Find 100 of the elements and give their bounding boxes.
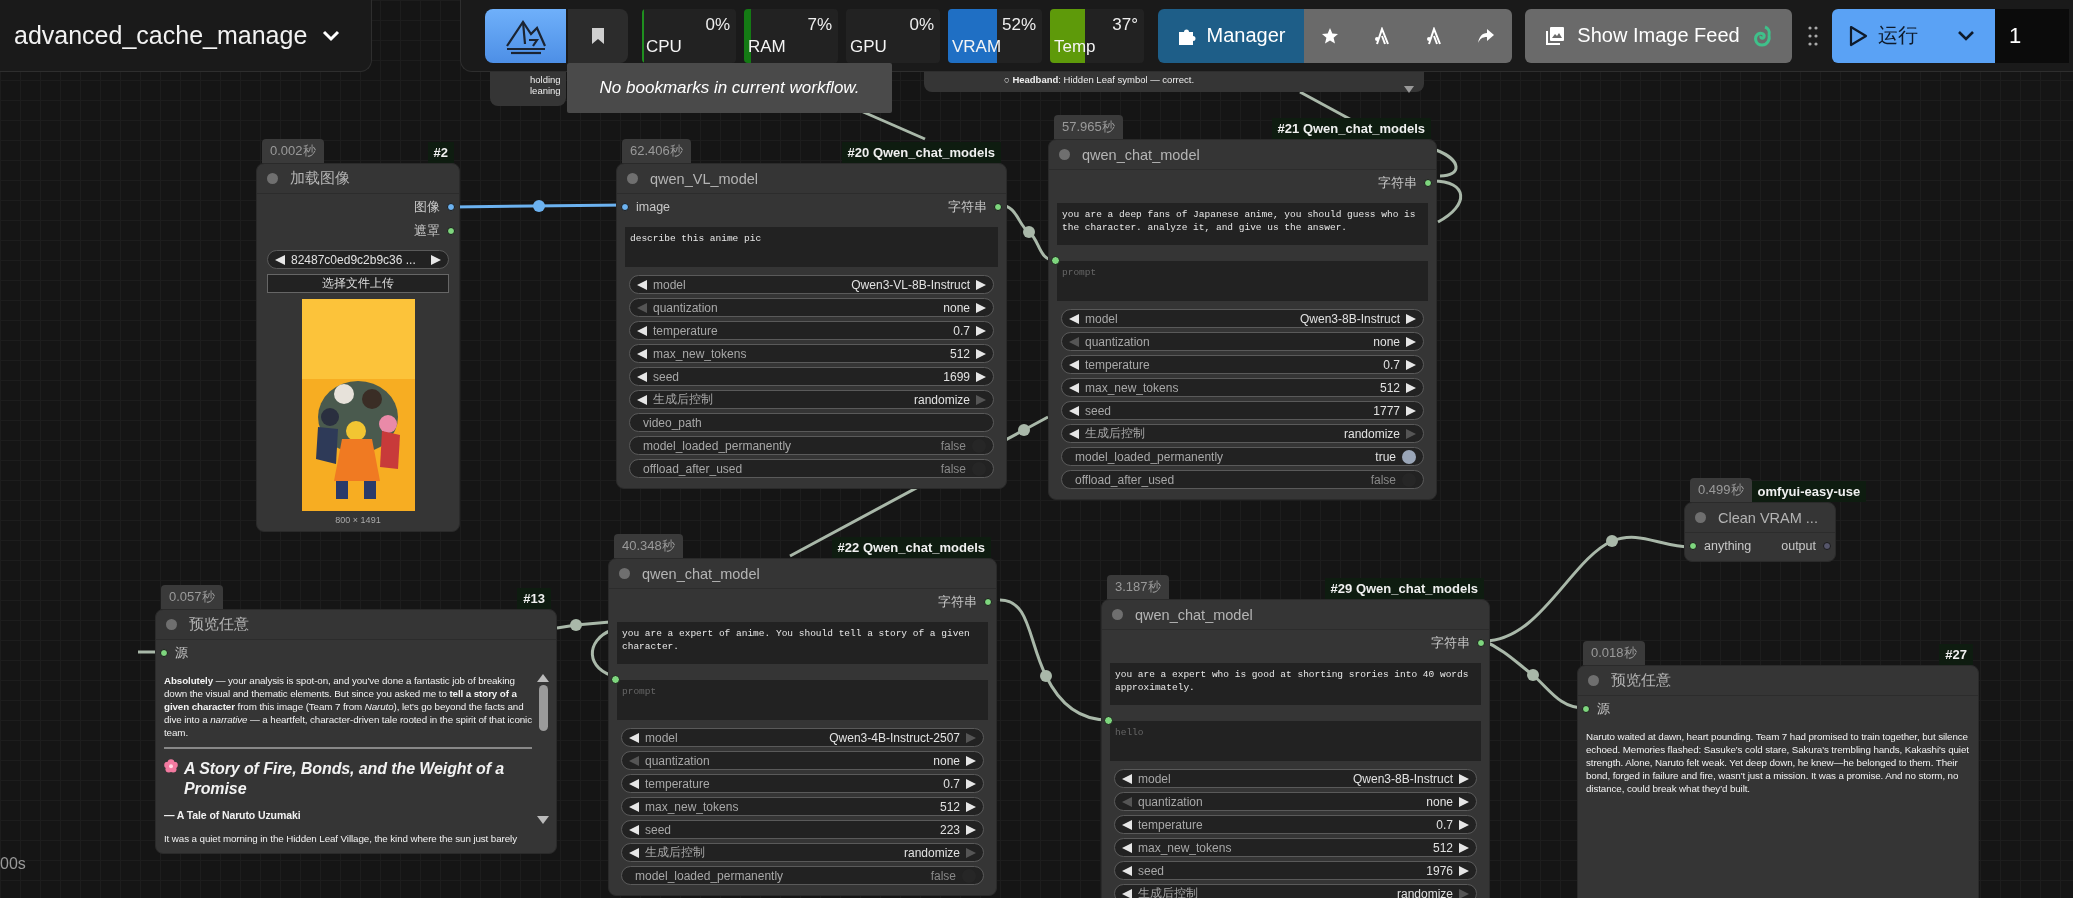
spiral-logo-icon (1751, 24, 1772, 47)
images-icon (1545, 25, 1566, 46)
toggle-knob[interactable] (1402, 472, 1416, 487)
play-icon (1848, 24, 1868, 47)
system-prompt-field[interactable]: describe this anime pic (625, 227, 998, 267)
manager-button[interactable]: Manager (1158, 8, 1304, 63)
node-title-bar[interactable]: qwen_chat_model (609, 559, 996, 589)
reroute-dot[interactable] (1023, 226, 1035, 238)
node-card[interactable]: holding leaning (490, 72, 566, 106)
reroute-dot[interactable] (533, 200, 545, 212)
socket-dot[interactable] (447, 227, 455, 235)
node-title-bar[interactable]: qwen_chat_model (1049, 140, 1436, 170)
node-card[interactable] (155, 609, 557, 854)
preview-text: leaning (530, 85, 562, 96)
node-card[interactable] (608, 558, 997, 896)
node-title: qwen_chat_model (1082, 146, 1200, 163)
node-title-bar[interactable]: 预览任意 (1578, 666, 1978, 696)
logo-button[interactable] (485, 8, 566, 63)
story-heading: A Story of Fire, Bonds, and the Weight of a Promise (184, 759, 506, 799)
node-card[interactable] (1048, 139, 1437, 500)
bookmark-button[interactable] (568, 8, 628, 63)
toggle-knob[interactable] (962, 868, 976, 883)
socket-dot[interactable] (994, 203, 1002, 211)
node-title-bar[interactable]: 预览任意 (156, 610, 556, 640)
socket-dot[interactable] (984, 598, 992, 606)
collapse-dot[interactable] (1588, 675, 1599, 686)
scrollbar[interactable] (536, 674, 550, 824)
drag-handle-icon[interactable] (1808, 24, 1818, 47)
system-prompt-field[interactable]: you are a deep fans of Japanese anime, you should guess who is the character. analyze it, and give us the answer. (1057, 203, 1428, 245)
node-id-tag: #2 (427, 142, 454, 163)
collapse-dot[interactable] (267, 173, 278, 184)
reroute-dot[interactable] (1606, 535, 1618, 547)
stick-figure-icon (1425, 26, 1443, 45)
socket-dot[interactable] (1823, 542, 1831, 550)
meter-reading: 0% (705, 14, 730, 35)
reroute-dot[interactable] (1527, 669, 1539, 681)
collapse-dot[interactable] (619, 568, 630, 579)
share-arrow-icon (1477, 27, 1495, 44)
meter-label: RAM (748, 36, 786, 57)
socket-dot[interactable] (160, 649, 168, 657)
node-title-bar[interactable]: Clean VRAM ... (1685, 503, 1835, 533)
reroute-dot[interactable] (570, 619, 582, 631)
node-title-bar[interactable]: qwen_chat_model (1102, 600, 1489, 630)
system-prompt-field[interactable]: you are a expert who is good at shorting srories into 40 words approximately. (1110, 663, 1481, 705)
system-prompt-field[interactable]: you are a expert of anime. You should tell a story of a given character. (617, 622, 988, 664)
meter-reading: 7% (807, 14, 832, 35)
reroute-dot[interactable] (1040, 670, 1052, 682)
bookmark-icon (591, 26, 605, 45)
node-title: qwen_chat_model (642, 565, 760, 582)
node-title: 加载图像 (290, 169, 350, 188)
socket-dot[interactable] (1477, 639, 1485, 647)
toggle-knob[interactable] (1402, 449, 1416, 464)
time-badge: 0.057秒 (161, 585, 223, 609)
toggle-knob[interactable] (972, 438, 986, 453)
meter-reading: 52% (1001, 14, 1036, 35)
socket-dot[interactable] (1689, 542, 1697, 550)
reroute-dot[interactable] (1018, 424, 1030, 436)
toggle-switch[interactable]: offload_after_used false (1061, 470, 1424, 489)
node-card[interactable]: Clean VRAM ... anything output (1684, 502, 1836, 562)
node-card[interactable]: 加载图像 图像 遮罩 82487c0ed9c2b9c36 ... 选择文件上传 800 × 1491 (256, 163, 460, 532)
share-button[interactable] (1460, 8, 1512, 63)
toggle-switch[interactable]: offload_after_used false (629, 459, 994, 478)
upload-button[interactable]: 选择文件上传 (267, 274, 449, 293)
node-title-bar[interactable]: 加载图像 (257, 164, 459, 194)
output-label: 字符串 (938, 593, 977, 611)
meter-reading: 0% (909, 14, 934, 35)
node-card[interactable] (1101, 599, 1490, 898)
input-label: anything (1704, 539, 1752, 553)
chevron-down-icon[interactable] (321, 28, 342, 43)
node-id-tag: #27 (1939, 644, 1973, 665)
collapse-dot[interactable] (1059, 149, 1070, 160)
meter-label: GPU (850, 36, 887, 57)
node-card[interactable] (1577, 665, 1979, 898)
run-button[interactable]: 运行 (1832, 8, 1995, 63)
tooltip: No bookmarks in current workflow. (567, 63, 892, 113)
toggle-switch[interactable]: model_loaded_permanently false (629, 436, 994, 455)
toggle-switch[interactable]: model_loaded_permanently true (1061, 447, 1424, 466)
socket-dot[interactable] (447, 203, 455, 211)
meter-label: CPU (646, 36, 682, 57)
story-subheading: — A Tale of Naruto Uzumaki (164, 809, 302, 822)
time-badge: 40.348秒 (614, 534, 683, 558)
node-title-bar[interactable]: qwen_VL_model (617, 164, 1006, 194)
queue-count-field[interactable]: 1 (1995, 8, 2069, 63)
collapse-dot[interactable] (166, 619, 177, 630)
dropdown-icon[interactable] (1404, 86, 1414, 93)
node-card[interactable] (616, 163, 1007, 489)
socket-dot[interactable] (1424, 179, 1432, 187)
node-card[interactable]: ○ Headband: Hidden Leaf symbol — correct. (924, 72, 1424, 92)
text-field[interactable]: video_path (629, 413, 994, 432)
time-badge: 0.018秒 (1583, 641, 1645, 665)
image-feed-button[interactable]: Show Image Feed (1525, 8, 1792, 63)
socket-dot[interactable] (1582, 705, 1590, 713)
collapse-dot[interactable] (1112, 609, 1123, 620)
toggle-switch[interactable]: model_loaded_permanently false (621, 866, 984, 885)
collapse-dot[interactable] (1695, 512, 1706, 523)
star-button[interactable] (1304, 8, 1356, 63)
socket-dot[interactable] (621, 203, 629, 211)
toggle-knob[interactable] (972, 461, 986, 476)
workflow-tab[interactable]: advanced_cache_manage (0, 0, 372, 72)
collapse-dot[interactable] (627, 173, 638, 184)
